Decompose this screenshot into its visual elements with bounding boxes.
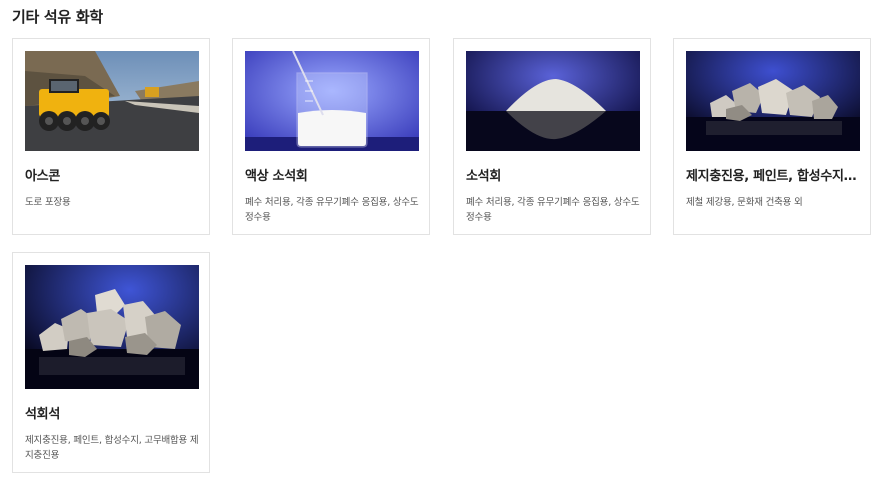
section-title: 기타 석유 화학 [12, 8, 103, 26]
product-name[interactable]: 액상 소석회 [245, 165, 419, 184]
product-name[interactable]: 소석회 [466, 165, 640, 184]
product-description: 폐수 처리용, 각종 유무기폐수 응집용, 상수도 정수용 [245, 197, 419, 223]
product-image-limestone-chunks[interactable] [686, 51, 860, 151]
product-description: 제지충진용, 페인트, 합성수지, 고무배합용 제지충진용 [25, 435, 199, 461]
product-description: 도로 포장용 [25, 197, 71, 208]
product-image-lime-powder[interactable] [466, 51, 640, 151]
product-name[interactable]: 석회석 [25, 403, 199, 422]
product-card[interactable]: 소석회 폐수 처리용, 각종 유무기폐수 응집용, 상수도 정수용 [453, 38, 651, 235]
product-image-liquid-lime[interactable] [245, 51, 419, 151]
product-name[interactable]: 아스콘 [25, 165, 199, 184]
product-card[interactable]: 아스콘 도로 포장용 [12, 38, 210, 235]
product-card[interactable]: 액상 소석회 폐수 처리용, 각종 유무기폐수 응집용, 상수도 정수용 [232, 38, 430, 235]
product-card[interactable]: 석회석 제지충진용, 페인트, 합성수지, 고무배합용 제지충진용 [12, 252, 210, 473]
product-image-asphalt[interactable] [25, 51, 199, 151]
product-name[interactable]: 제지충진용, 페인트, 합성수지, 고무배합용 [686, 165, 860, 184]
product-description: 제철 제강용, 문화재 건축용 외 [686, 197, 803, 208]
product-description: 폐수 처리용, 각종 유무기폐수 응집용, 상수도 정수용 [466, 197, 640, 223]
product-card[interactable]: 제지충진용, 페인트, 합성수지, 고무배합용 제철 제강용, 문화재 건축용 … [673, 38, 871, 235]
product-image-limestone-rocks[interactable] [25, 265, 199, 389]
